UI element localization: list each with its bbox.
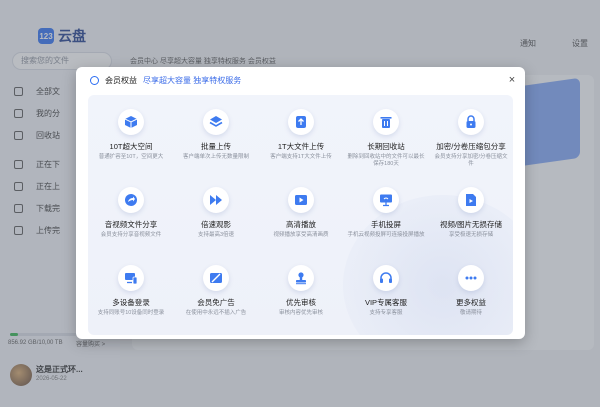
benefit-item: 加密/分卷压缩包分享会员支持分享加密/分卷压缩文件 <box>428 109 513 179</box>
close-button[interactable]: × <box>505 73 519 87</box>
dialog-subtitle: 尽享超大容量 独享特权服务 <box>143 75 242 85</box>
fast-forward-icon <box>203 187 229 213</box>
benefit-item: 多设备登录支持同账号10设备同时登录 <box>88 265 174 335</box>
more-icon <box>458 265 484 291</box>
lock-icon <box>458 109 484 135</box>
share-icon <box>118 187 144 213</box>
benefit-item: 高清播放视频播放享受高清画质 <box>258 187 344 257</box>
video-icon <box>288 187 314 213</box>
benefit-item: 倍速观影支持最高3倍速 <box>173 187 259 257</box>
cube-icon <box>118 109 144 135</box>
benefit-description: 删除到回收站中的文件可以最长保存180天 <box>347 154 425 167</box>
benefit-description: 视频播放享受高清画质 <box>273 232 329 238</box>
benefit-title: 加密/分卷压缩包分享 <box>436 142 506 151</box>
benefit-description: 手机云视频投屏可连接投屏播放 <box>347 232 425 238</box>
benefit-description: 享受极速无损存储 <box>448 232 493 238</box>
dialog-title: 会员权益 <box>105 75 137 85</box>
benefit-title: 批量上传 <box>201 142 231 151</box>
benefit-title: 1T大文件上传 <box>277 142 325 151</box>
benefit-description: 审核内容优先审核 <box>278 310 323 316</box>
benefit-description: 在使用中永远不插入广告 <box>185 310 247 316</box>
dialog-header: 会员权益 尽享超大容量 独享特权服务 × <box>76 67 525 93</box>
benefit-title: 高清播放 <box>286 220 316 229</box>
devices-icon <box>118 265 144 291</box>
benefit-description: 敬请期待 <box>459 310 482 316</box>
benefit-description: 支持专享客服 <box>369 310 403 316</box>
benefit-title: 会员免广告 <box>197 298 235 307</box>
benefit-title: 倍速观影 <box>201 220 231 229</box>
benefit-title: 视频/图片无损存储 <box>439 220 503 229</box>
benefit-title: 更多权益 <box>456 298 486 307</box>
benefit-item: 批量上传客户端单次上传无数量限制 <box>173 109 259 179</box>
benefit-item: 10T超大空间普通扩容至10T，空间更大 <box>88 109 174 179</box>
upload-icon <box>288 109 314 135</box>
benefit-description: 支持同账号10设备同时登录 <box>97 310 165 316</box>
benefit-item: 更多权益 敬请期待 <box>428 265 513 335</box>
benefit-description: 普通扩容至10T，空间更大 <box>98 154 164 160</box>
benefit-title: 优先审核 <box>286 298 316 307</box>
benefit-title: 手机投屏 <box>371 220 401 229</box>
benefit-item: VIP专属客服 支持专享客服 <box>343 265 429 335</box>
benefit-title: 长期回收站 <box>367 142 405 151</box>
diamond-icon <box>90 75 99 85</box>
headset-icon <box>373 265 399 291</box>
benefit-description: 客户端支持1T大文件上传 <box>270 154 332 160</box>
benefit-item: 优先审核审核内容优先审核 <box>258 265 344 335</box>
benefit-item: 音视频文件分享 会员支持分享音视频文件 <box>88 187 174 257</box>
benefit-item: 会员免广告在使用中永远不插入广告 <box>173 265 259 335</box>
benefit-title: 10T超大空间 <box>109 142 153 151</box>
trash-icon <box>373 109 399 135</box>
no-ads-icon <box>203 265 229 291</box>
benefit-title: VIP专属客服 <box>364 298 408 307</box>
cast-icon <box>373 187 399 213</box>
stamp-icon <box>288 265 314 291</box>
benefit-item: 1T大文件上传客户端支持1T大文件上传 <box>258 109 344 179</box>
benefit-description: 支持最高3倍速 <box>197 232 235 238</box>
benefit-description: 会员支持分享音视频文件 <box>100 232 162 238</box>
benefit-title: 多设备登录 <box>112 298 150 307</box>
benefit-description: 客户端单次上传无数量限制 <box>182 154 249 160</box>
benefit-item: 手机投屏手机云视频投屏可连接投屏播放 <box>343 187 429 257</box>
benefit-description: 会员支持分享加密/分卷压缩文件 <box>434 154 508 167</box>
benefit-title: 音视频文件分享 <box>104 220 158 229</box>
media-file-icon <box>458 187 484 213</box>
benefits-grid: 10T超大空间 普通扩容至10T，空间更大 批量上传 客户端单次上传无数量限制 1T大文… <box>88 95 513 335</box>
benefit-item: 长期回收站删除到回收站中的文件可以最长保存180天 <box>343 109 429 179</box>
member-benefits-dialog: 会员权益 尽享超大容量 独享特权服务 × 10T超大空间普通扩容至10T，空间更… <box>76 67 525 339</box>
layers-icon <box>203 109 229 135</box>
benefit-item: 视频/图片无损存储 享受极速无损存储 <box>428 187 513 257</box>
